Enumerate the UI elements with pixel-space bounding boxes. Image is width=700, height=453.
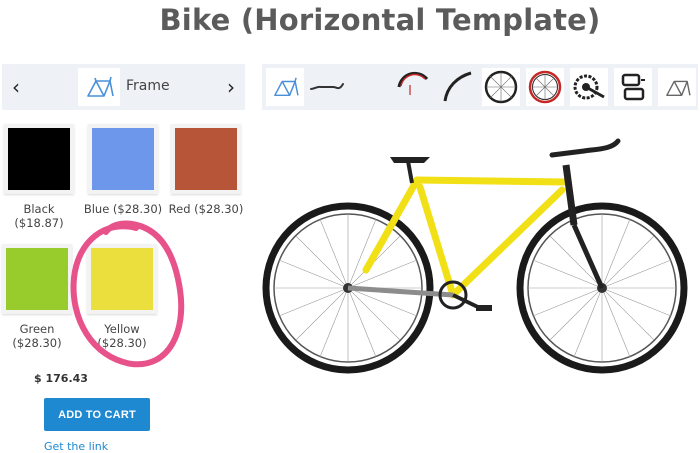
front-rim-icon[interactable] [394, 68, 432, 106]
option-blue[interactable]: Blue ($28.30) [83, 124, 163, 216]
color-chip-green [6, 248, 68, 310]
color-chip-black [8, 128, 70, 190]
option-label: Black ($18.87) [14, 202, 64, 230]
highlight-circle [70, 220, 185, 368]
option-label: Blue ($28.30) [83, 202, 163, 216]
swatch-frame [4, 124, 74, 194]
front-wheel-icon[interactable] [482, 68, 520, 106]
option-label: Green ($28.30) [12, 322, 62, 350]
rear-wheel-icon[interactable] [526, 68, 564, 106]
rear-rim-icon[interactable] [438, 68, 476, 106]
layer-navigator: ‹ Frame › [2, 64, 245, 110]
bike-image [262, 138, 688, 374]
chevron-left-icon[interactable]: ‹ [2, 64, 30, 110]
option-black[interactable]: Black ($18.87) [0, 124, 79, 230]
crankset-icon[interactable] [570, 68, 608, 106]
get-link[interactable]: Get the link [44, 440, 108, 453]
option-red[interactable]: Red ($28.30) [166, 124, 246, 216]
total-price: $ 176.43 [34, 372, 88, 385]
add-to-cart-button[interactable]: ADD TO CART [44, 398, 150, 431]
current-layer-label: Frame [126, 78, 170, 94]
handlebar-icon[interactable] [308, 68, 346, 106]
layer-toolbar [262, 64, 698, 110]
color-chip-red [175, 128, 237, 190]
swatch-frame [2, 244, 72, 314]
frame-thumbnail-icon [78, 68, 120, 106]
frame-icon[interactable] [266, 68, 304, 106]
chevron-right-icon[interactable]: › [217, 64, 245, 110]
frame-outline-icon[interactable] [658, 68, 696, 106]
page-title: Bike (Horizontal Template) [159, 3, 601, 37]
color-chip-blue [92, 128, 154, 190]
swatch-frame [88, 124, 158, 194]
swatch-frame [171, 124, 241, 194]
bike-preview [262, 135, 698, 385]
option-label: Red ($28.30) [168, 202, 244, 216]
pedals-icon[interactable] [614, 68, 652, 106]
